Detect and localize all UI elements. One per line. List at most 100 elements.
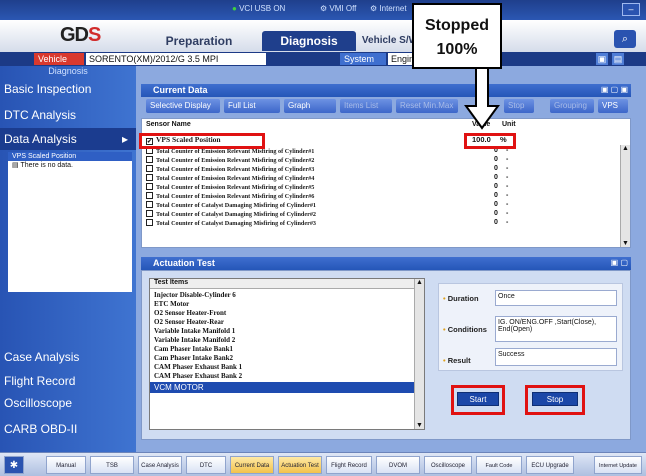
search-icon[interactable]: ⌕	[614, 30, 636, 48]
scroll-down-icon[interactable]: ▼	[415, 422, 424, 429]
checkbox-icon[interactable]	[146, 219, 153, 226]
table-row[interactable]: Total Counter of Catalyst Damaging Misfi…	[146, 210, 316, 219]
grouping-button[interactable]: Grouping	[550, 99, 594, 113]
bottom-tab-actuation-test[interactable]: Actuation Test	[278, 456, 322, 474]
checkbox-icon[interactable]	[146, 201, 153, 208]
vmi-indicator-icon: ⚙	[320, 4, 328, 13]
test-list-scrollbar[interactable]: ▲ ▼	[414, 279, 424, 429]
list-item-selected[interactable]: VCM MOTOR	[150, 382, 414, 393]
bottom-tab-ecu-upgrade[interactable]: ECU Upgrade	[526, 456, 574, 474]
print-icon[interactable]: ▤	[612, 53, 624, 65]
sensor-unit: -	[506, 174, 509, 181]
sidebar-item-case-analysis[interactable]: Case Analysis	[0, 346, 136, 368]
sidebar-item-basic-inspection[interactable]: Basic Inspection	[0, 78, 136, 100]
list-item[interactable]: Injector Disable-Cylinder 6	[154, 291, 236, 299]
graph-button[interactable]: Graph	[284, 99, 336, 113]
list-item[interactable]: CAM Phaser Exhaust Bank 1	[154, 363, 242, 371]
list-item[interactable]: Cam Phaser Intake Bank2	[154, 354, 233, 362]
sensor-value: 0	[494, 210, 498, 217]
reset-min-max-button[interactable]: Reset Min.Max	[396, 99, 458, 113]
tab-preparation[interactable]: Preparation	[160, 31, 238, 51]
checkbox-icon[interactable]	[146, 165, 153, 172]
tree-item-vps[interactable]: VPS Scaled Position	[8, 152, 132, 161]
result-value: Success	[495, 348, 617, 366]
gds-app-window: ● VCI USB ON ⚙ VMI Off ⚙ Internet – GDS …	[0, 0, 646, 476]
items-list-button[interactable]: Items List	[340, 99, 392, 113]
sidebar-item-oscilloscope[interactable]: Oscilloscope	[0, 392, 136, 414]
vehicle-bar: Vehicle SORENTO(XM)/2012/G 3.5 MPI Syste…	[0, 52, 646, 66]
data-analysis-tree: VPS Scaled Position ▤ There is no data.	[8, 152, 132, 292]
sensor-value: 0	[494, 201, 498, 208]
test-items-list: Test Items Injector Disable-Cylinder 6 E…	[149, 278, 425, 430]
bottom-tab-manual[interactable]: Manual	[46, 456, 86, 474]
sidebar-heading: Diagnosis	[48, 66, 88, 76]
sidebar-item-dtc-analysis[interactable]: DTC Analysis	[0, 104, 136, 126]
sensor-unit: -	[506, 165, 509, 172]
scroll-up-icon[interactable]: ▲	[415, 279, 424, 286]
list-item[interactable]: O2 Sensor Heater-Rear	[154, 318, 224, 326]
system-button[interactable]: System	[340, 53, 386, 65]
column-header-test: Test Items	[150, 279, 414, 289]
scroll-down-icon[interactable]: ▼	[621, 240, 630, 247]
title-bar: ● VCI USB ON ⚙ VMI Off ⚙ Internet –	[0, 0, 646, 20]
stop-recording-button[interactable]: Stop	[504, 99, 534, 113]
table-row[interactable]: Total Counter of Emission Relevant Misfi…	[146, 165, 314, 174]
sensor-value: 0	[494, 174, 498, 181]
sensor-unit: -	[506, 219, 509, 226]
list-item[interactable]: CAM Phaser Exhaust Bank 2	[154, 372, 242, 380]
list-item[interactable]: ETC Motor	[154, 300, 189, 308]
checkbox-icon[interactable]	[146, 183, 153, 190]
bottom-tab-fault-code-searching[interactable]: Fault Code Searching	[476, 456, 522, 474]
sensor-value: 0	[494, 156, 498, 163]
bottom-tab-current-data[interactable]: Current Data	[230, 456, 274, 474]
callout-arrow-icon	[464, 68, 500, 130]
highlight-stop	[525, 385, 585, 415]
sensor-value: 0	[494, 165, 498, 172]
sensor-value: 0	[494, 219, 498, 226]
tab-diagnosis[interactable]: Diagnosis	[262, 31, 356, 51]
scroll-up-icon[interactable]: ▲	[621, 145, 630, 152]
checkbox-icon[interactable]	[146, 174, 153, 181]
table-row[interactable]: Total Counter of Emission Relevant Misfi…	[146, 156, 314, 165]
document-icon: ▤	[12, 162, 19, 169]
bottom-tab-case-analysis[interactable]: Case Analysis	[138, 456, 182, 474]
bottom-tab-oscilloscope[interactable]: Oscilloscope	[424, 456, 472, 474]
vehicle-button[interactable]: Vehicle	[34, 53, 84, 65]
full-list-button[interactable]: Full List	[224, 99, 280, 113]
gds-logo: GDS	[60, 24, 101, 46]
sensor-list-scrollbar[interactable]: ▲ ▼	[620, 145, 630, 247]
panel-controls-icon[interactable]: ▣ ▢	[598, 258, 628, 269]
checkbox-icon[interactable]	[146, 156, 153, 163]
internet-status: ⚙ Internet	[370, 4, 407, 13]
checkbox-icon[interactable]	[146, 210, 153, 217]
tools-icon[interactable]: ✱	[4, 456, 24, 474]
vehicle-model-field: SORENTO(XM)/2012/G 3.5 MPI	[86, 53, 266, 65]
list-item[interactable]: O2 Sensor Heater-Front	[154, 309, 226, 317]
sidebar-item-carb-obd[interactable]: CARB OBD-II	[0, 418, 136, 440]
tab-vehicle-sw[interactable]: Vehicle S/W	[360, 31, 420, 51]
sidebar-item-flight-record[interactable]: Flight Record	[0, 370, 136, 392]
sidebar-item-data-analysis[interactable]: Data Analysis ▸	[0, 128, 136, 150]
list-item[interactable]: Variable Intake Manifold 2	[154, 336, 235, 344]
bottom-tab-flight-record[interactable]: Flight Record	[326, 456, 372, 474]
vps-button[interactable]: VPS	[598, 99, 628, 113]
bottom-tab-tsb[interactable]: TSB	[90, 456, 134, 474]
list-item[interactable]: Cam Phaser Intake Bank1	[154, 345, 233, 353]
table-row[interactable]: Total Counter of Emission Relevant Misfi…	[146, 183, 314, 192]
table-row[interactable]: Total Counter of Catalyst Damaging Misfi…	[146, 219, 316, 228]
table-row[interactable]: Total Counter of Catalyst Damaging Misfi…	[146, 201, 316, 210]
highlight-vps-value	[464, 133, 516, 149]
table-row[interactable]: Total Counter of Emission Relevant Misfi…	[146, 192, 314, 201]
minimize-button[interactable]: –	[622, 3, 640, 16]
bottom-tab-dvom[interactable]: DVOM	[376, 456, 420, 474]
bottom-tab-internet-update[interactable]: Internet Update	[594, 456, 642, 474]
panel-controls-icon[interactable]: ▣ ▢ ▣	[582, 85, 628, 96]
vci-indicator-icon: ●	[232, 4, 237, 13]
selective-display-button[interactable]: Selective Display	[146, 99, 220, 113]
checkbox-icon[interactable]	[146, 192, 153, 199]
list-item[interactable]: Variable Intake Manifold 1	[154, 327, 235, 335]
sensor-unit: -	[506, 192, 509, 199]
save-icon[interactable]: ▣	[596, 53, 608, 65]
table-row[interactable]: Total Counter of Emission Relevant Misfi…	[146, 174, 314, 183]
bottom-tab-dtc[interactable]: DTC	[186, 456, 226, 474]
